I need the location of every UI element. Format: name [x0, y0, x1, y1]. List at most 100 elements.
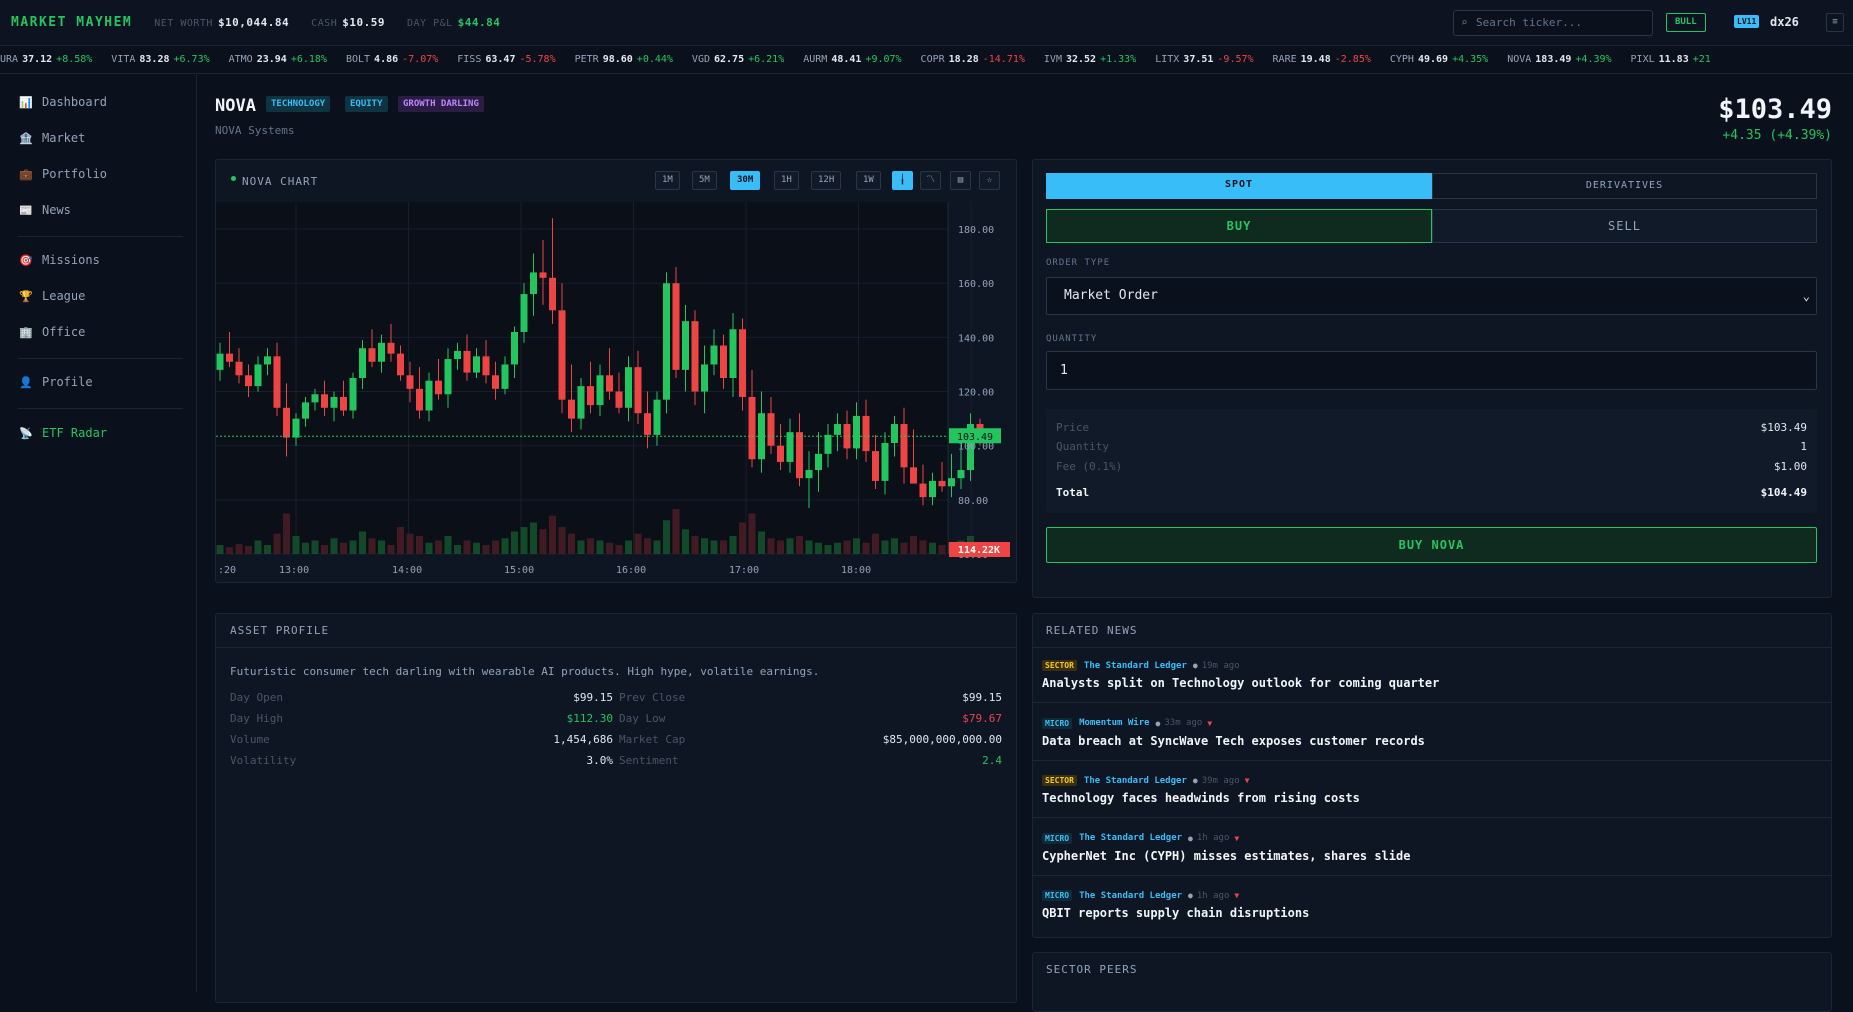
timeframe-5m[interactable]: 5M [692, 171, 717, 190]
news-source[interactable]: Momentum Wire [1079, 718, 1149, 728]
ticker-item[interactable]: URA 37.12 +8.58% [0, 46, 92, 73]
candle-body [539, 272, 547, 278]
news-headline[interactable]: CypherNet Inc (CYPH) misses estimates, s… [1042, 849, 1410, 863]
ticker-symbol: ATMO [228, 54, 253, 65]
ticker-change: +9.07% [865, 54, 902, 65]
candle-body [587, 386, 594, 406]
ticker-change: -14.71% [982, 54, 1025, 65]
person-icon: 👤 [19, 375, 33, 389]
ticker-item[interactable]: RARE 19.48 -2.85% [1273, 46, 1371, 73]
chart-title: NOVA CHART [242, 175, 319, 188]
news-headline[interactable]: Analysts split on Technology outlook for… [1042, 676, 1439, 690]
candle-body [815, 453, 822, 471]
sidebar-item-missions[interactable]: 🎯 Missions [18, 253, 100, 267]
candle-body [264, 356, 271, 365]
ticker-item[interactable]: CYPH 49.69 +4.35% [1390, 46, 1488, 73]
candle-body [283, 407, 290, 438]
news-item[interactable]: SECTOR The Standard Ledger ● 39m ago ▼ Techno… [1032, 775, 1832, 819]
quantity-input[interactable]: 1 [1046, 351, 1817, 390]
volume-bar [425, 542, 433, 554]
sidebar-item-league[interactable]: 🏆 League [18, 289, 85, 303]
news-headline[interactable]: QBIT reports supply chain disruptions [1042, 906, 1309, 920]
ticker-item[interactable]: PETR 98.60 +0.44% [575, 46, 673, 73]
candle [739, 318, 746, 411]
related-news-title: RELATED NEWS [1046, 624, 1138, 637]
news-source[interactable]: The Standard Ledger [1079, 833, 1182, 843]
candle-body [767, 413, 775, 446]
sidebar-item-portfolio[interactable]: 💼 Portfolio [18, 167, 107, 181]
news-item[interactable]: SECTOR The Standard Ledger ● 19m ago Analyst… [1032, 660, 1832, 704]
sidebar: 📊 Dashboard 🏦 Market 💼 Portfolio 📰 News 🎯 Mis… [0, 75, 197, 992]
ticker-item[interactable]: COPR 18.28 -14.71% [921, 46, 1025, 73]
news-headline[interactable]: Data breach at SyncWave Tech exposes cus… [1042, 734, 1425, 748]
news-source[interactable]: The Standard Ledger [1084, 776, 1187, 786]
buy-toggle[interactable]: BUY [1046, 209, 1432, 243]
ticker-change: +4.39% [1575, 54, 1612, 65]
order-type-select[interactable]: Market Order ⌄ [1046, 277, 1817, 315]
timeframe-30m[interactable]: 30M [730, 171, 761, 190]
ticker-item[interactable]: ATMO 23.94 +6.18% [229, 46, 327, 73]
sidebar-item-news[interactable]: 📰 News [18, 203, 71, 217]
candle-body [824, 434, 832, 454]
bank-icon: 🏦 [19, 131, 33, 145]
candle-body [596, 375, 604, 406]
star-icon[interactable]: ☆ [979, 171, 1000, 190]
news-item[interactable]: MICRO The Standard Ledger ● 1h ago ▼ CypherNe… [1032, 832, 1832, 877]
stat-day-high: Day High $112.30 [230, 712, 613, 725]
chart-grid [216, 202, 972, 555]
news-source[interactable]: The Standard Ledger [1084, 661, 1187, 671]
news-source[interactable]: The Standard Ledger [1079, 891, 1182, 901]
brand-logo[interactable]: MARKET MAYHEM [11, 15, 132, 30]
office-icon: 🏢 [19, 325, 33, 339]
volume-bar [786, 538, 794, 554]
ticker-item[interactable]: AURM 48.41 +9.07% [803, 46, 901, 73]
x-tick-label: 15:00 [504, 565, 534, 576]
ticker-item[interactable]: BOLT 4.86 -7.07% [346, 46, 438, 73]
ticker-item[interactable]: VITA 83.28 +6.73% [111, 46, 209, 73]
news-item[interactable]: MICRO Momentum Wire ● 33m ago ▼ Data breach a… [1032, 717, 1832, 762]
username[interactable]: dx26 [1770, 15, 1799, 29]
volume-bar [739, 522, 746, 554]
price-chart[interactable]: 180.00160.00140.00120.00100.0080.0060.00… [216, 202, 1016, 582]
ticker-item[interactable]: FISS 63.47 -5.78% [457, 46, 555, 73]
volume-bar [311, 540, 319, 554]
ticker-item[interactable]: NOVA 183.49 +4.39% [1507, 46, 1611, 73]
candle-body [302, 402, 309, 419]
ticker-item[interactable]: VGD 62.75 +6.21% [692, 46, 784, 73]
sidebar-item-etf-radar[interactable]: 📡 ETF Radar [18, 426, 107, 440]
sidebar-item-profile[interactable]: 👤 Profile [18, 375, 92, 389]
news-headline[interactable]: Technology faces headwinds from rising c… [1042, 791, 1360, 805]
tab-spot[interactable]: SPOT [1046, 173, 1432, 199]
timeframe-1h[interactable]: 1H [774, 171, 799, 190]
candles-icon[interactable]: ╽ [892, 171, 913, 190]
ticker-price: 4.86 [374, 54, 399, 65]
line-icon[interactable]: 〽 [920, 171, 941, 190]
news-item[interactable]: MICRO The Standard Ledger ● 1h ago ▼ QBIT rep… [1032, 890, 1832, 934]
clock-icon: ● [1188, 891, 1193, 900]
timeframe-1w[interactable]: 1W [856, 171, 881, 190]
sidebar-item-market[interactable]: 🏦 Market [18, 131, 85, 145]
submit-buy-button[interactable]: BUY NOVA [1046, 527, 1817, 563]
ticker-item[interactable]: IVM 32.52 +1.33% [1044, 46, 1136, 73]
candle-body [644, 413, 651, 435]
bars-icon[interactable]: ▤ [950, 171, 971, 190]
ticker-item[interactable]: PIXL 11.83 +21 [1631, 46, 1711, 73]
sidebar-item-dashboard[interactable]: 📊 Dashboard [18, 95, 107, 109]
volume-bar [758, 531, 765, 554]
timeframe-1m[interactable]: 1M [655, 171, 680, 190]
search-icon: ⌕ [1461, 16, 1468, 29]
candle-body [226, 353, 233, 362]
candle-body [739, 329, 746, 397]
timeframe-12h[interactable]: 12H [811, 171, 842, 190]
candle-body [957, 470, 965, 479]
sell-toggle[interactable]: SELL [1432, 209, 1817, 243]
volume-bar [302, 542, 309, 554]
tab-derivatives[interactable]: DERIVATIVES [1432, 173, 1817, 199]
volume-bar [378, 540, 385, 554]
menu-icon[interactable]: ≡ [1826, 13, 1844, 32]
search-input[interactable]: ⌕ Search ticker... [1453, 10, 1653, 36]
volume-bar [872, 533, 879, 554]
ticker-item[interactable]: LITX 37.51 -9.57% [1155, 46, 1253, 73]
sidebar-item-office[interactable]: 🏢 Office [18, 325, 85, 339]
tag-equity: EQUITY [345, 96, 388, 112]
